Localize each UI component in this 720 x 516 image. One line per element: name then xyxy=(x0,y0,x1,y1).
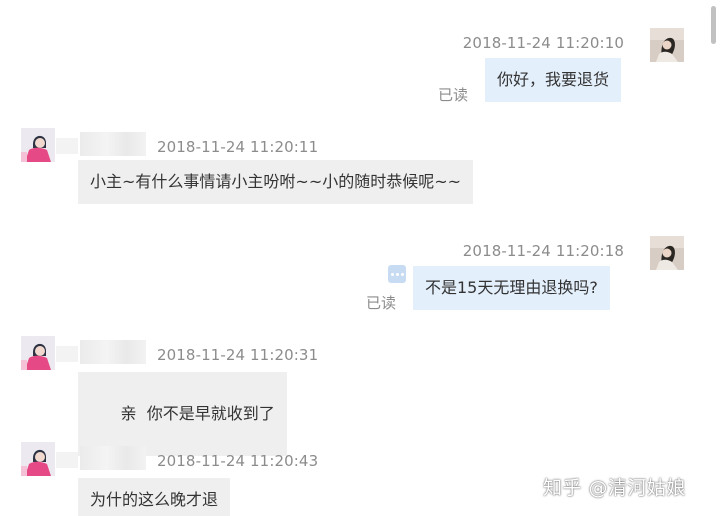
shop-name-blurred xyxy=(56,446,146,470)
message-bubble[interactable]: 不是15天无理由退换吗? xyxy=(413,266,610,310)
user-avatar[interactable] xyxy=(650,236,684,270)
scrollbar-thumb[interactable] xyxy=(711,6,716,44)
shop-name-blurred xyxy=(56,340,146,364)
watermark: 知乎 @清河姑娘 xyxy=(542,477,686,499)
message-bubble[interactable]: 小主~有什么事情请小主吩咐~~小的随时恭候呢~~ xyxy=(78,160,474,204)
message-bubble[interactable]: 亲 你不是早就收到了 xyxy=(78,372,287,456)
chat-history: 2018-11-24 11:20:10 已读 你好，我要退货 2018-11-2… xyxy=(0,0,706,516)
shop-avatar[interactable] xyxy=(21,128,55,162)
message-text: 亲 你不是早就收到了 xyxy=(120,404,275,423)
message-timestamp: 2018-11-24 11:20:11 xyxy=(157,138,319,156)
message-bubble[interactable]: 你好，我要退货 xyxy=(485,58,622,102)
message-text: 为什的这么晚才退 xyxy=(90,490,219,509)
message-text: 不是15天无理由退换吗? xyxy=(425,278,598,297)
message-timestamp: 2018-11-24 11:20:31 xyxy=(157,346,319,364)
user-avatar[interactable] xyxy=(650,28,684,62)
vertical-scrollbar[interactable] xyxy=(706,0,720,516)
user-avatar-image xyxy=(650,28,684,62)
message-timestamp: 2018-11-24 11:20:43 xyxy=(157,452,319,470)
shop-avatar[interactable] xyxy=(21,442,55,476)
shop-avatar-image xyxy=(21,128,55,162)
shop-avatar[interactable] xyxy=(21,336,55,370)
shop-avatar-image xyxy=(21,442,55,476)
message-text: 你好，我要退货 xyxy=(497,70,610,89)
user-avatar-image xyxy=(650,236,684,270)
message-text: 小主~有什么事情请小主吩咐~~小的随时恭候呢~~ xyxy=(90,172,462,191)
more-options-icon[interactable] xyxy=(388,265,406,283)
message-bubble[interactable]: 为什的这么晚才退 xyxy=(78,478,231,516)
message-timestamp: 2018-11-24 11:20:10 xyxy=(462,34,624,52)
shop-avatar-image xyxy=(21,336,55,370)
message-timestamp: 2018-11-24 11:20:18 xyxy=(462,242,624,260)
shop-name-blurred xyxy=(56,132,146,156)
read-status: 已读 xyxy=(438,86,469,104)
read-status: 已读 xyxy=(366,294,397,312)
